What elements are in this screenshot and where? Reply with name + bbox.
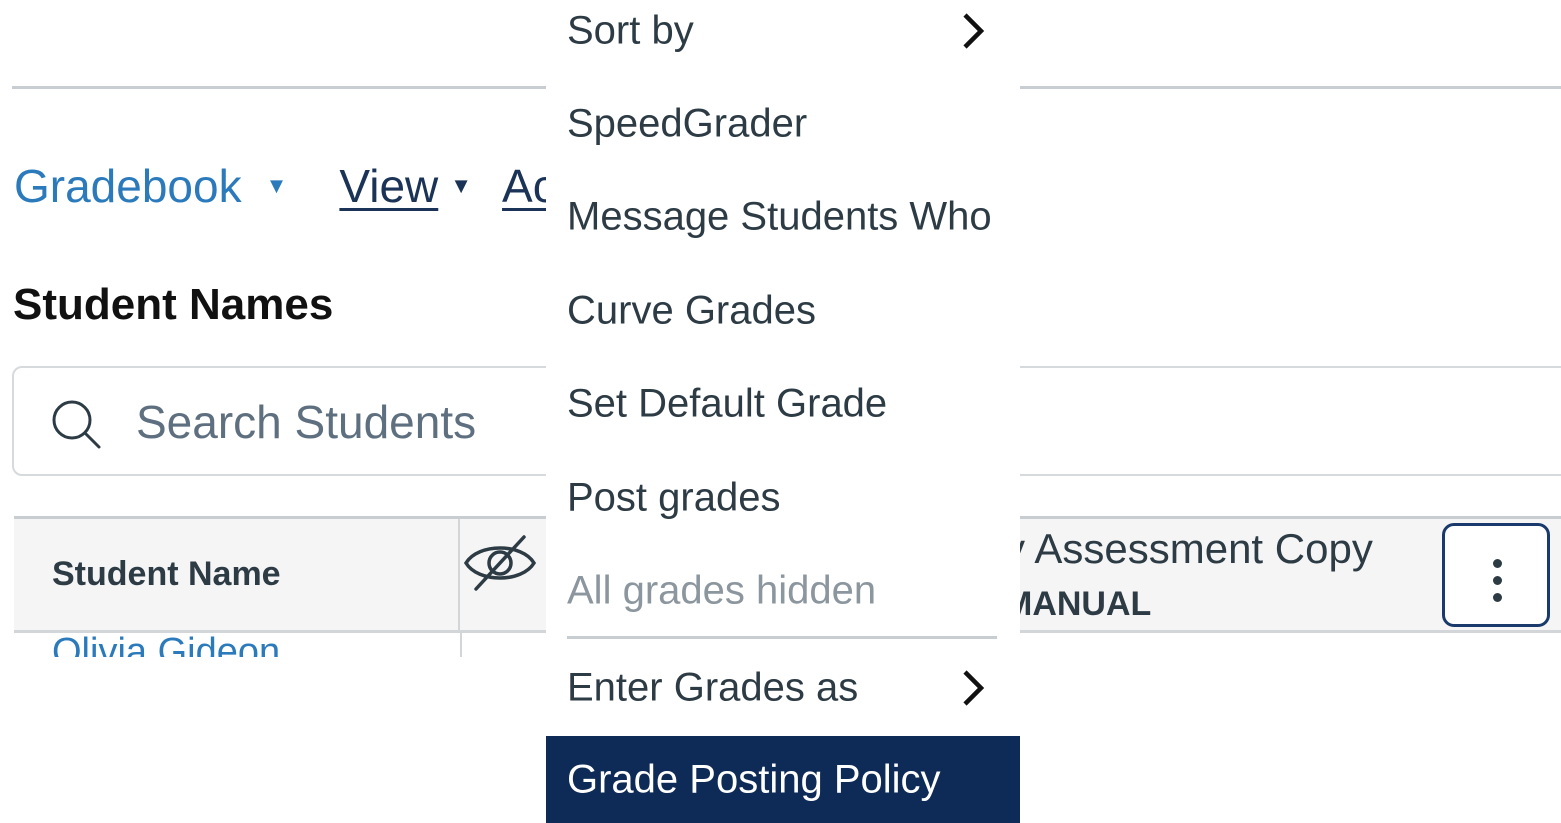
kebab-menu-icon	[1493, 559, 1502, 568]
menu-item-set-default-grade[interactable]: Set Default Grade	[546, 358, 1020, 450]
view-menu-link[interactable]: View	[339, 159, 438, 213]
student-name-column-header[interactable]: Student Name	[14, 519, 460, 630]
student-names-heading: Student Names	[13, 280, 334, 329]
menu-item-label: Message Students Who	[567, 194, 992, 239]
assignment-posting-type: MANUAL	[1004, 585, 1152, 623]
gradebook-nav: Gradebook ▼ View ▼ Ac	[14, 158, 556, 214]
caret-down-icon[interactable]: ▼	[450, 173, 472, 199]
menu-item-label: Grade Posting Policy	[567, 757, 941, 801]
menu-item-label: Enter Grades as	[567, 665, 859, 710]
menu-item-speedgrader[interactable]: SpeedGrader	[546, 78, 1020, 170]
menu-item-label: Post grades	[567, 475, 781, 520]
student-name-link[interactable]: Olivia Gideon	[52, 631, 280, 657]
student-name-header-label: Student Name	[52, 555, 281, 593]
eye-off-icon	[463, 535, 537, 591]
menu-item-enter-grades-as[interactable]: Enter Grades as	[546, 642, 1020, 734]
menu-item-grade-posting-policy[interactable]: Grade Posting Policy	[546, 736, 1020, 823]
assignment-title: y Assessment Copy	[1004, 525, 1373, 572]
menu-item-label: Sort by	[567, 8, 694, 53]
menu-item-message-students[interactable]: Message Students Who	[546, 171, 1020, 263]
menu-item-post-grades[interactable]: Post grades	[546, 452, 1020, 544]
caret-down-icon[interactable]: ▼	[266, 173, 288, 199]
menu-separator	[567, 636, 997, 639]
menu-item-label: All grades hidden	[567, 568, 877, 613]
menu-item-sort-by[interactable]: Sort by	[546, 0, 1020, 77]
kebab-menu-icon-dot	[1493, 593, 1502, 602]
row-column-divider	[460, 633, 462, 657]
menu-item-curve-grades[interactable]: Curve Grades	[546, 265, 1020, 357]
chevron-right-icon	[963, 670, 985, 706]
kebab-menu-icon-dot	[1493, 576, 1502, 585]
chevron-right-icon	[963, 13, 985, 49]
assignment-options-button[interactable]	[1442, 523, 1550, 627]
assignment-options-menu: Sort by SpeedGrader Message Students Who…	[546, 0, 1020, 823]
menu-item-all-grades-hidden: All grades hidden	[546, 545, 1020, 637]
gradebook-menu-link[interactable]: Gradebook	[14, 159, 242, 213]
menu-item-label: SpeedGrader	[567, 101, 808, 146]
search-icon	[50, 398, 102, 455]
menu-item-label: Set Default Grade	[567, 381, 888, 426]
menu-item-label: Curve Grades	[567, 288, 816, 333]
